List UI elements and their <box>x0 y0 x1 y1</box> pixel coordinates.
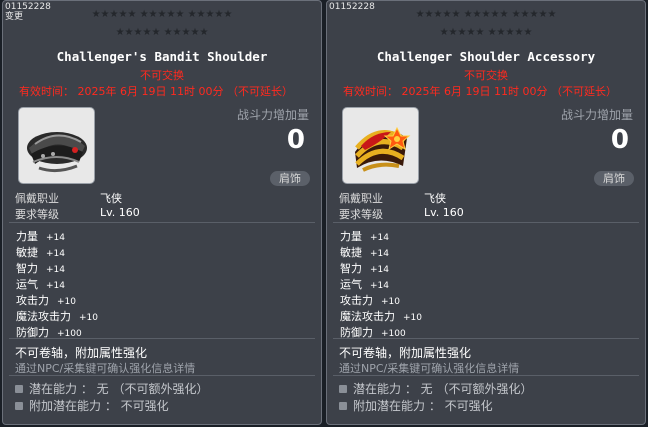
trade-restriction: 不可交换 <box>464 69 508 82</box>
star-force-row-2: ★★★★★ ★★★★★ <box>115 27 209 38</box>
bonus-potential-text: 附加潜在能力 ： 不可强化 <box>353 399 493 413</box>
stat-value: +10 <box>403 313 422 323</box>
potential-line: 潜在能力 ： 无 （不可额外强化） <box>339 380 532 397</box>
req-level-label: 要求等级 <box>15 208 59 221</box>
stat-value: +10 <box>57 297 76 307</box>
req-level-value: Lv. 160 <box>100 206 140 219</box>
stat-value: +14 <box>46 281 65 291</box>
stat-row: 敏捷 +14 <box>340 244 389 260</box>
combat-power-label: 战斗力增加量 <box>560 108 633 122</box>
item-icon-frame <box>342 107 419 184</box>
item-name: Challenger Shoulder Accessory <box>376 49 596 64</box>
stat-value: +14 <box>46 249 65 259</box>
stat-row: 魔法攻击力 +10 <box>16 308 98 324</box>
stat-label: 攻击力 <box>16 294 49 307</box>
divider <box>9 375 315 376</box>
bonus-potential-line: 附加潜在能力 ： 不可强化 <box>15 397 169 414</box>
expiry-date: 有效时间： 2025年 6月 19日 11时 00分 （不可延长） <box>19 85 293 98</box>
upgrade-hint: 通过NPC/采集键可确认强化信息详情 <box>15 362 196 375</box>
gold-red-shoulder-icon <box>355 126 411 172</box>
potential-bullet-icon <box>15 402 23 410</box>
potential-text: 潜在能力 ： 无 （不可额外强化） <box>29 382 209 396</box>
combat-power-value: 0 <box>286 125 305 155</box>
item-tooltip-right: 01152228 ★★★★★ ★★★★★ ★★★★★ ★★★★★ ★★★★★ C… <box>326 0 646 425</box>
stat-label: 魔法攻击力 <box>16 310 71 323</box>
stat-row: 魔法攻击力 +10 <box>340 308 422 324</box>
stat-value: +14 <box>370 265 389 275</box>
star-force-row-2: ★★★★★ ★★★★★ <box>439 27 533 38</box>
item-name: Challenger's Bandit Shoulder <box>56 49 268 64</box>
divider <box>333 375 639 376</box>
divider <box>9 338 315 339</box>
stat-label: 智力 <box>340 262 362 275</box>
req-job-label: 佩戴职业 <box>15 192 59 205</box>
stat-value: +14 <box>370 249 389 259</box>
req-job-label: 佩戴职业 <box>339 192 383 205</box>
req-job-value: 飞侠 <box>100 192 122 205</box>
stat-value: +14 <box>370 281 389 291</box>
combat-power-label: 战斗力增加量 <box>236 108 309 122</box>
trade-restriction: 不可交换 <box>140 69 184 82</box>
stat-label: 攻击力 <box>340 294 373 307</box>
stat-label: 力量 <box>16 230 38 243</box>
stat-row: 智力 +14 <box>16 260 65 276</box>
divider <box>333 338 639 339</box>
stat-row: 力量 +14 <box>16 228 65 244</box>
category-badge: 肩饰 <box>270 171 310 186</box>
upgrade-note: 不可卷轴，附加属性强化 <box>339 346 472 360</box>
stat-row: 力量 +14 <box>340 228 389 244</box>
item-tooltip-left: 01152228 变更 ★★★★★ ★★★★★ ★★★★★ ★★★★★ ★★★★… <box>2 0 322 425</box>
stat-value: +14 <box>370 233 389 243</box>
upgrade-hint: 通过NPC/采集键可确认强化信息详情 <box>339 362 520 375</box>
stat-label: 运气 <box>16 278 38 291</box>
divider <box>9 222 315 223</box>
stat-row: 运气 +14 <box>16 276 65 292</box>
req-job-value: 飞侠 <box>424 192 446 205</box>
upgrade-note: 不可卷轴，附加属性强化 <box>15 346 148 360</box>
combat-power-value: 0 <box>610 125 629 155</box>
stat-label: 魔法攻击力 <box>340 310 395 323</box>
stat-row: 运气 +14 <box>340 276 389 292</box>
stat-row: 智力 +14 <box>340 260 389 276</box>
stat-row: 攻击力 +10 <box>16 292 76 308</box>
stat-label: 敏捷 <box>16 246 38 259</box>
stat-value: +10 <box>381 297 400 307</box>
stat-value: +14 <box>46 265 65 275</box>
potential-line: 潜在能力 ： 无 （不可额外强化） <box>15 380 208 397</box>
potential-bullet-icon <box>339 385 347 393</box>
stat-value: +10 <box>79 313 98 323</box>
stat-label: 运气 <box>340 278 362 291</box>
item-icon-frame <box>18 107 95 184</box>
stat-label: 力量 <box>340 230 362 243</box>
expiry-date: 有效时间： 2025年 6月 19日 11时 00分 （不可延长） <box>343 85 617 98</box>
potential-bullet-icon <box>339 402 347 410</box>
req-level-label: 要求等级 <box>339 208 383 221</box>
stat-row: 敏捷 +14 <box>16 244 65 260</box>
star-force-row-1: ★★★★★ ★★★★★ ★★★★★ <box>415 9 557 20</box>
potential-bullet-icon <box>15 385 23 393</box>
bonus-potential-text: 附加潜在能力 ： 不可强化 <box>29 399 169 413</box>
star-force-row-1: ★★★★★ ★★★★★ ★★★★★ <box>91 9 233 20</box>
divider <box>333 222 639 223</box>
stat-label: 智力 <box>16 262 38 275</box>
req-level-value: Lv. 160 <box>424 206 464 219</box>
stat-row: 攻击力 +10 <box>340 292 400 308</box>
stat-value: +14 <box>46 233 65 243</box>
stat-label: 敏捷 <box>340 246 362 259</box>
potential-text: 潜在能力 ： 无 （不可额外强化） <box>353 382 533 396</box>
category-badge: 肩饰 <box>594 171 634 186</box>
dark-bandit-shoulder-icon <box>27 132 87 173</box>
bonus-potential-line: 附加潜在能力 ： 不可强化 <box>339 397 493 414</box>
